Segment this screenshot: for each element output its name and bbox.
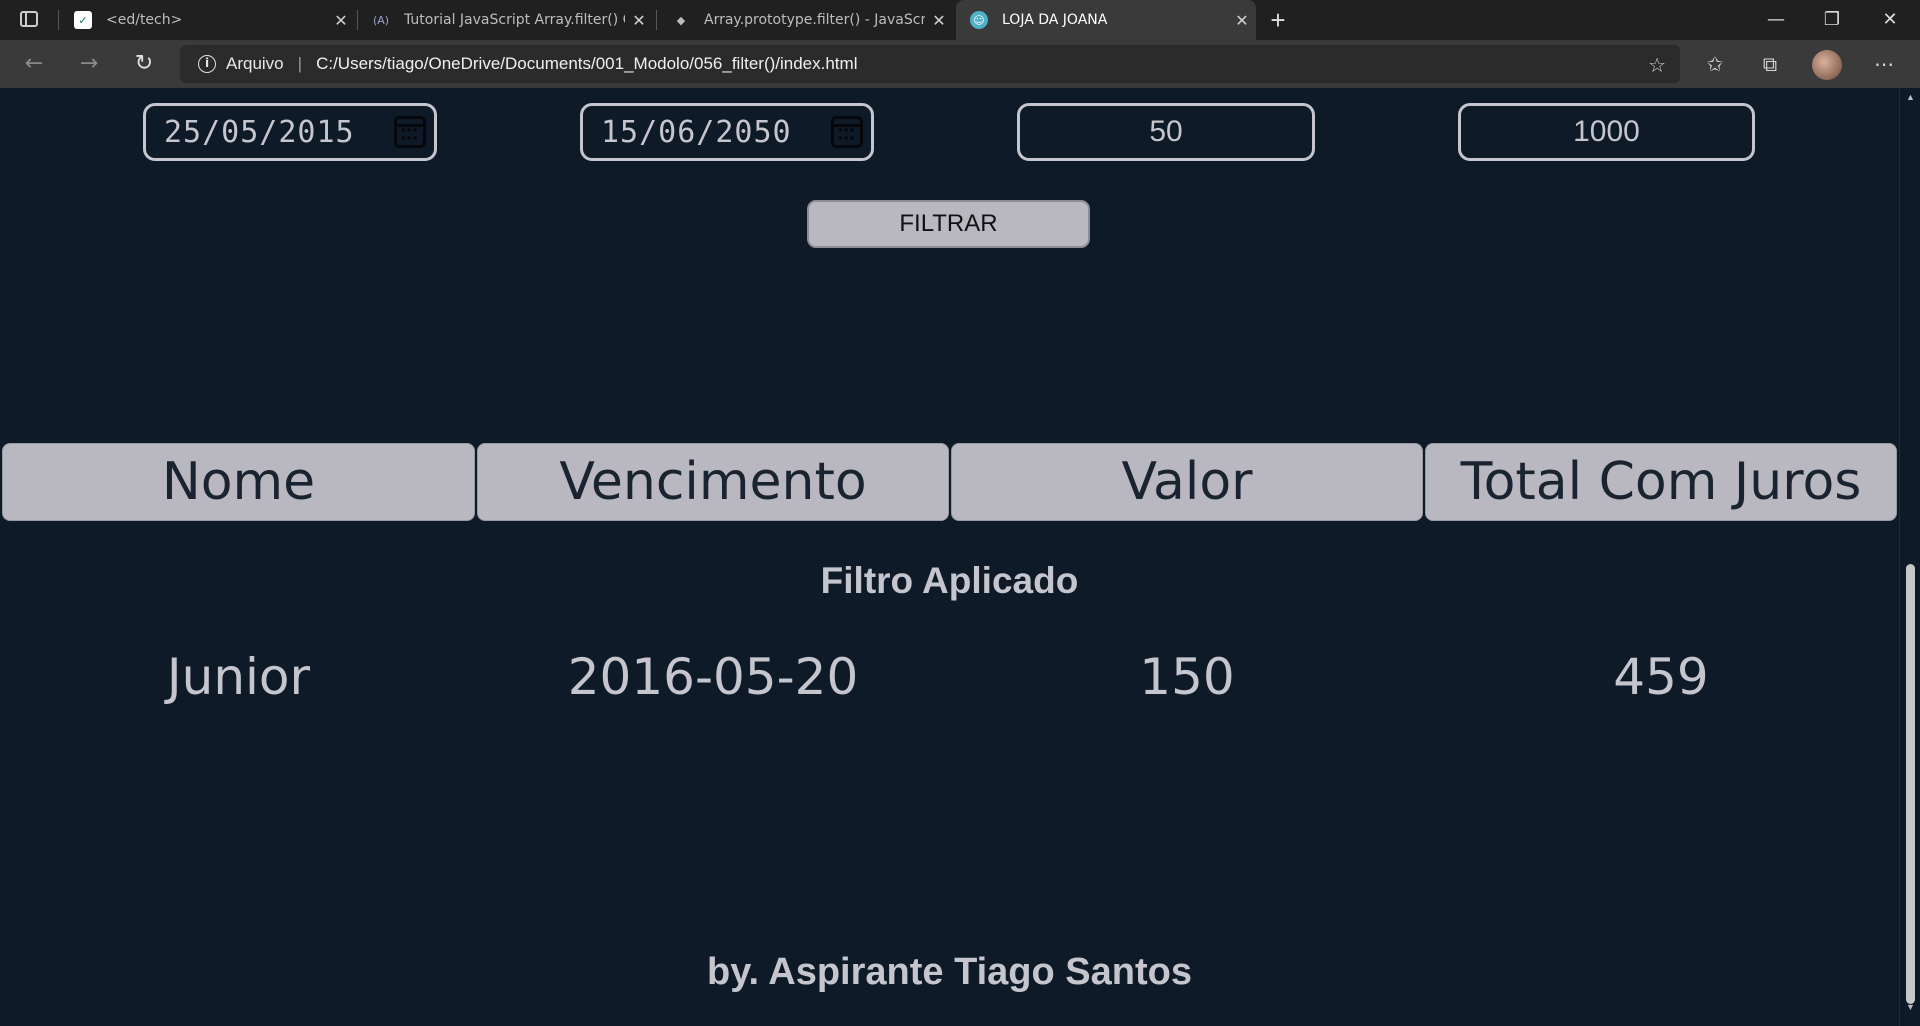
address-divider: |	[297, 54, 303, 73]
close-icon[interactable]: ✕	[625, 11, 653, 30]
header-valor: Valor	[951, 443, 1423, 521]
forward-button[interactable]: →	[73, 48, 105, 80]
back-button[interactable]: ←	[18, 48, 50, 80]
filter-button[interactable]: FILTRAR	[807, 200, 1090, 248]
start-date-value: 25/05/2015	[164, 114, 355, 150]
tab-title: Array.prototype.filter() - JavaScri	[704, 12, 925, 28]
header-nome: Nome	[2, 443, 475, 521]
code-icon: (A)	[372, 13, 390, 27]
header-total-com-juros: Total Com Juros	[1425, 443, 1897, 521]
cell-nome: Junior	[166, 648, 311, 706]
page-scrollbar[interactable]: ▲ ▼	[1899, 88, 1920, 1026]
cell-total-com-juros: 459	[1613, 648, 1709, 706]
tab-title: LOJA DA JOANA	[1002, 12, 1108, 28]
profile-avatar[interactable]	[1812, 50, 1842, 80]
close-icon[interactable]: ✕	[327, 11, 355, 30]
min-value-text: 50	[1149, 115, 1183, 148]
tab-tutorial-filter[interactable]: (A) Tutorial JavaScript Array.filter() C…	[358, 0, 653, 40]
shop-icon: ☺	[970, 11, 988, 29]
collections-icon[interactable]: ⧉	[1754, 48, 1786, 80]
end-date-value: 15/06/2050	[601, 114, 792, 150]
restore-button[interactable]: ❐	[1804, 0, 1860, 40]
scrollbar-thumb[interactable]	[1906, 564, 1915, 1004]
close-icon[interactable]: ✕	[1228, 11, 1256, 30]
close-icon[interactable]: ✕	[925, 11, 953, 30]
scroll-up-icon[interactable]: ▲	[1906, 92, 1915, 102]
browser-toolbar: ← → ↻ i Arquivo | C:/Users/tiago/OneDriv…	[0, 40, 1920, 88]
page-content: 25/05/2015 15/06/2050 50 1000 FILTRAR No…	[0, 88, 1899, 1026]
minimize-button[interactable]: —	[1748, 0, 1804, 40]
cell-valor: 150	[1139, 648, 1235, 706]
add-favorite-icon[interactable]: ☆	[1648, 53, 1666, 77]
tab-title: Tutorial JavaScript Array.filter() C	[404, 12, 625, 28]
start-date-input[interactable]: 25/05/2015	[143, 103, 437, 161]
info-icon[interactable]: i	[198, 55, 216, 73]
filter-status-text: Filtro Aplicado	[820, 560, 1079, 601]
tab-actions-icon[interactable]	[20, 11, 38, 27]
header-vencimento: Vencimento	[477, 443, 949, 521]
min-value-input[interactable]: 50	[1017, 103, 1315, 161]
address-url[interactable]: C:/Users/tiago/OneDrive/Documents/001_Mo…	[316, 54, 857, 74]
new-tab-button[interactable]: +	[1262, 4, 1294, 36]
more-menu-icon[interactable]: ⋯	[1868, 48, 1900, 80]
favorites-icon[interactable]: ✩	[1699, 48, 1731, 80]
address-bar[interactable]: i Arquivo | C:/Users/tiago/OneDrive/Docu…	[180, 45, 1680, 83]
tab-separator	[656, 10, 657, 30]
close-window-button[interactable]: ✕	[1862, 0, 1918, 40]
calendar-icon[interactable]	[394, 116, 426, 148]
reload-button[interactable]: ↻	[128, 48, 160, 80]
tab-separator	[58, 10, 59, 30]
cell-vencimento: 2016-05-20	[567, 648, 859, 706]
edtech-shield-icon: ✓	[74, 11, 92, 29]
mdn-dino-icon: ◆	[676, 13, 686, 27]
footer-credit: by. Aspirante Tiago Santos	[707, 951, 1192, 993]
max-value-text: 1000	[1573, 115, 1640, 148]
tab-loja-da-joana[interactable]: ☺ LOJA DA JOANA ✕	[956, 0, 1256, 40]
end-date-input[interactable]: 15/06/2050	[580, 103, 874, 161]
scroll-down-icon[interactable]: ▼	[1906, 1002, 1915, 1012]
calendar-icon[interactable]	[831, 116, 863, 148]
tab-title: <ed/tech>	[106, 12, 183, 28]
tab-edtech[interactable]: ✓ <ed/tech> ✕	[60, 0, 355, 40]
address-scheme-label: Arquivo	[226, 54, 284, 73]
max-value-input[interactable]: 1000	[1458, 103, 1755, 161]
tab-mdn-filter[interactable]: ◆ Array.prototype.filter() - JavaScri ✕	[658, 0, 953, 40]
browser-tab-bar: ✓ <ed/tech> ✕ (A) Tutorial JavaScript Ar…	[0, 0, 1920, 40]
